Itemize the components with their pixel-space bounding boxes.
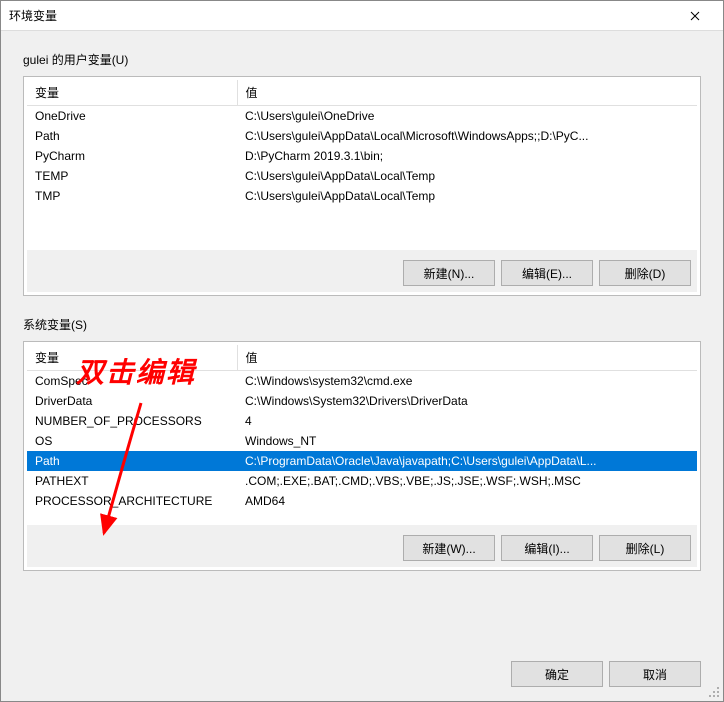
table-row[interactable]: PathC:\ProgramData\Oracle\Java\javapath;… [27,451,697,471]
table-row[interactable]: DriverDataC:\Windows\System32\Drivers\Dr… [27,391,697,411]
user-var-cell: PyCharm [27,146,237,166]
user-header-value[interactable]: 值 [237,80,697,106]
user-delete-button[interactable]: 删除(D) [599,260,691,286]
user-edit-button[interactable]: 编辑(E)... [501,260,593,286]
user-vars-table[interactable]: 变量 值 OneDriveC:\Users\gulei\OneDrivePath… [27,80,697,206]
table-row[interactable]: PathC:\Users\gulei\AppData\Local\Microso… [27,126,697,146]
ok-button[interactable]: 确定 [511,661,603,687]
system-header-variable[interactable]: 变量 [27,345,237,371]
system-vars-label: 系统变量(S) [23,316,701,333]
cancel-button[interactable]: 取消 [609,661,701,687]
system-val-cell: Windows_NT [237,431,697,451]
system-val-cell: C:\ProgramData\Oracle\Java\javapath;C:\U… [237,451,697,471]
system-vars-group: 变量 值 ComSpecC:\Windows\system32\cmd.exeD… [23,341,701,571]
table-row[interactable]: PROCESSOR_ARCHITECTUREAMD64 [27,491,697,511]
system-var-cell: PROCESSOR_ARCHITECTURE [27,491,237,511]
user-val-cell: C:\Users\gulei\AppData\Local\Temp [237,186,697,206]
user-var-cell: Path [27,126,237,146]
system-vars-table-container: 变量 值 ComSpecC:\Windows\system32\cmd.exeD… [27,345,697,525]
system-vars-table[interactable]: 变量 值 ComSpecC:\Windows\system32\cmd.exeD… [27,345,697,511]
system-val-cell: C:\Windows\System32\Drivers\DriverData [237,391,697,411]
dialog-buttons-row: 确定 取消 [1,647,723,701]
table-row[interactable]: TMPC:\Users\gulei\AppData\Local\Temp [27,186,697,206]
user-val-cell: C:\Users\gulei\OneDrive [237,106,697,127]
user-header-variable[interactable]: 变量 [27,80,237,106]
system-val-cell: C:\Windows\system32\cmd.exe [237,371,697,392]
user-var-cell: TEMP [27,166,237,186]
user-val-cell: D:\PyCharm 2019.3.1\bin; [237,146,697,166]
user-new-button[interactable]: 新建(N)... [403,260,495,286]
system-var-cell: ComSpec [27,371,237,392]
table-row[interactable]: PyCharmD:\PyCharm 2019.3.1\bin; [27,146,697,166]
window-title: 环境变量 [9,7,675,24]
system-val-cell: .COM;.EXE;.BAT;.CMD;.VBS;.VBE;.JS;.JSE;.… [237,471,697,491]
table-row[interactable]: NUMBER_OF_PROCESSORS4 [27,411,697,431]
system-buttons-row: 新建(W)... 编辑(I)... 删除(L) [27,525,697,567]
system-var-cell: OS [27,431,237,451]
user-vars-table-container: 变量 值 OneDriveC:\Users\gulei\OneDrivePath… [27,80,697,250]
user-var-cell: TMP [27,186,237,206]
user-vars-group: 变量 值 OneDriveC:\Users\gulei\OneDrivePath… [23,76,701,296]
system-new-button[interactable]: 新建(W)... [403,535,495,561]
system-header-value[interactable]: 值 [237,345,697,371]
system-delete-button[interactable]: 删除(L) [599,535,691,561]
user-buttons-row: 新建(N)... 编辑(E)... 删除(D) [27,250,697,292]
titlebar: 环境变量 [1,1,723,31]
user-val-cell: C:\Users\gulei\AppData\Local\Microsoft\W… [237,126,697,146]
table-row[interactable]: PATHEXT.COM;.EXE;.BAT;.CMD;.VBS;.VBE;.JS… [27,471,697,491]
env-vars-dialog: 环境变量 gulei 的用户变量(U) 变量 值 OneDriveC:\User… [0,0,724,702]
table-row[interactable]: TEMPC:\Users\gulei\AppData\Local\Temp [27,166,697,186]
close-button[interactable] [675,2,715,30]
system-var-cell: PATHEXT [27,471,237,491]
system-val-cell: AMD64 [237,491,697,511]
system-var-cell: NUMBER_OF_PROCESSORS [27,411,237,431]
system-edit-button[interactable]: 编辑(I)... [501,535,593,561]
user-val-cell: C:\Users\gulei\AppData\Local\Temp [237,166,697,186]
system-val-cell: 4 [237,411,697,431]
content-area: gulei 的用户变量(U) 变量 值 OneDriveC:\Users\gul… [1,31,723,647]
resize-grip-icon[interactable] [706,684,720,698]
system-var-cell: Path [27,451,237,471]
table-row[interactable]: OSWindows_NT [27,431,697,451]
user-vars-label: gulei 的用户变量(U) [23,51,701,68]
table-row[interactable]: ComSpecC:\Windows\system32\cmd.exe [27,371,697,392]
system-var-cell: DriverData [27,391,237,411]
user-var-cell: OneDrive [27,106,237,127]
table-row[interactable]: OneDriveC:\Users\gulei\OneDrive [27,106,697,127]
